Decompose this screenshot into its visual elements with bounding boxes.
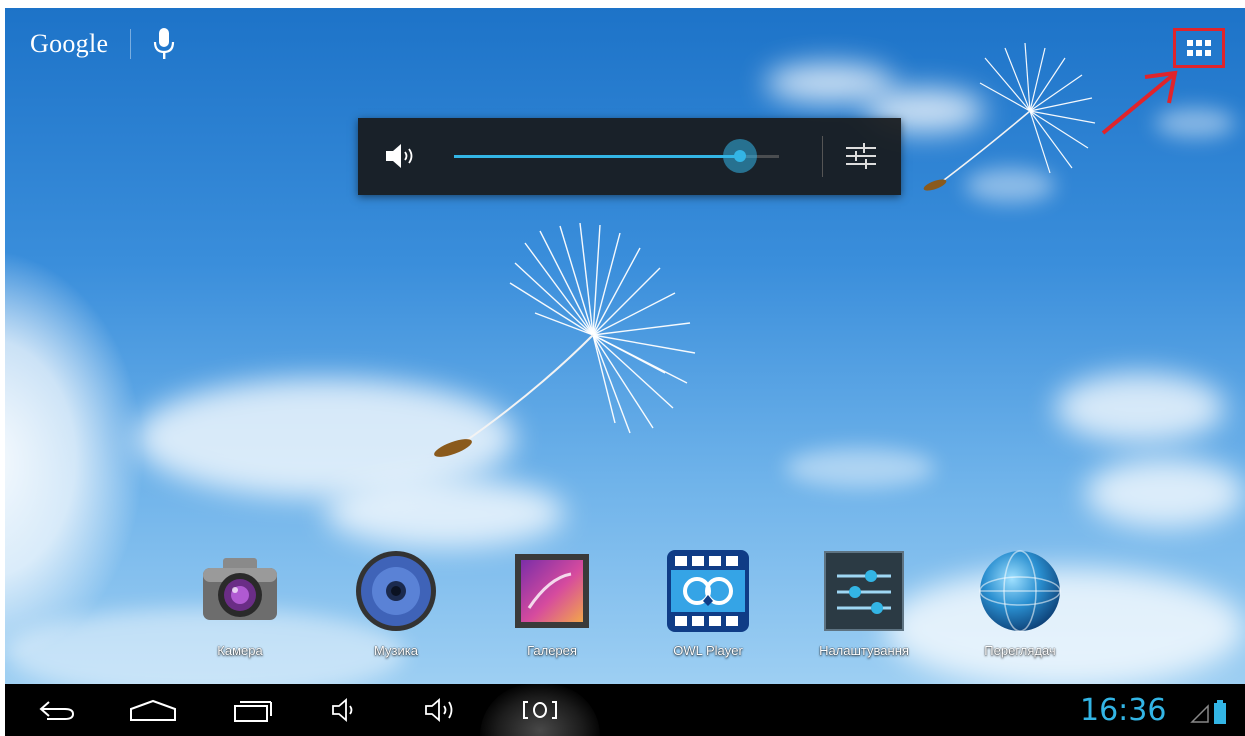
app-label: Переглядач xyxy=(984,643,1056,658)
app-gallery[interactable]: Галерея xyxy=(487,548,617,658)
gallery-icon xyxy=(515,554,589,628)
app-camera[interactable]: Камера xyxy=(175,548,305,658)
cloud xyxy=(1055,373,1225,443)
google-search-bar[interactable]: Google xyxy=(30,24,175,64)
volume-slider-thumb[interactable] xyxy=(723,139,757,173)
music-speaker-icon xyxy=(356,551,436,631)
app-browser[interactable]: Переглядач xyxy=(955,548,1085,658)
sliders-icon[interactable] xyxy=(844,140,878,172)
volume-slider-fill xyxy=(454,155,740,158)
recents-button[interactable] xyxy=(223,684,283,736)
screenshot-button[interactable] xyxy=(510,684,570,736)
app-dock: Камера Музика Галерея OWL Player Налашту… xyxy=(5,548,1245,663)
grid-apps-icon xyxy=(1187,40,1211,56)
back-icon xyxy=(39,701,75,720)
volume-down-button[interactable] xyxy=(320,684,370,736)
divider xyxy=(822,136,823,177)
app-music[interactable]: Музика xyxy=(331,548,461,658)
all-apps-button[interactable] xyxy=(1173,28,1225,68)
speaker-icon xyxy=(386,144,413,168)
volume-down-icon xyxy=(332,698,353,722)
app-settings[interactable]: Налаштування xyxy=(799,548,929,658)
home-screen: Google Камера Музика Галерея OWL Player … xyxy=(5,8,1245,736)
home-button[interactable] xyxy=(123,684,183,736)
app-label: OWL Player xyxy=(673,643,743,658)
app-label: Камера xyxy=(217,643,263,658)
cloud xyxy=(1085,458,1245,528)
dandelion-seed-large xyxy=(434,223,696,457)
signal-icon xyxy=(1190,704,1209,723)
cloud xyxy=(785,448,935,488)
home-icon xyxy=(130,699,176,721)
app-label: Налаштування xyxy=(819,643,909,658)
dandelion-seed-small xyxy=(923,43,1096,191)
volume-slider-track[interactable] xyxy=(454,139,779,173)
app-label: Музика xyxy=(374,643,418,658)
mic-icon[interactable] xyxy=(153,27,175,61)
battery-icon xyxy=(1214,700,1226,724)
camera-icon xyxy=(203,558,277,620)
app-owl-player[interactable]: OWL Player xyxy=(643,548,773,658)
owl-player-icon xyxy=(667,550,749,632)
recents-icon xyxy=(234,701,272,722)
app-label: Галерея xyxy=(527,643,577,658)
screenshot-icon xyxy=(523,701,557,719)
volume-up-button[interactable] xyxy=(413,684,473,736)
google-logo[interactable]: Google xyxy=(30,29,108,59)
globe-browser-icon xyxy=(979,550,1061,632)
volume-panel xyxy=(358,118,901,195)
volume-up-icon xyxy=(425,698,453,722)
divider xyxy=(130,29,132,59)
cloud xyxy=(325,478,565,548)
back-button[interactable] xyxy=(27,684,87,736)
clock[interactable]: 16:36 xyxy=(1080,693,1166,728)
settings-sliders-icon xyxy=(824,551,904,631)
navigation-bar: 16:36 xyxy=(5,684,1245,736)
red-arrow-annotation xyxy=(1101,70,1178,135)
